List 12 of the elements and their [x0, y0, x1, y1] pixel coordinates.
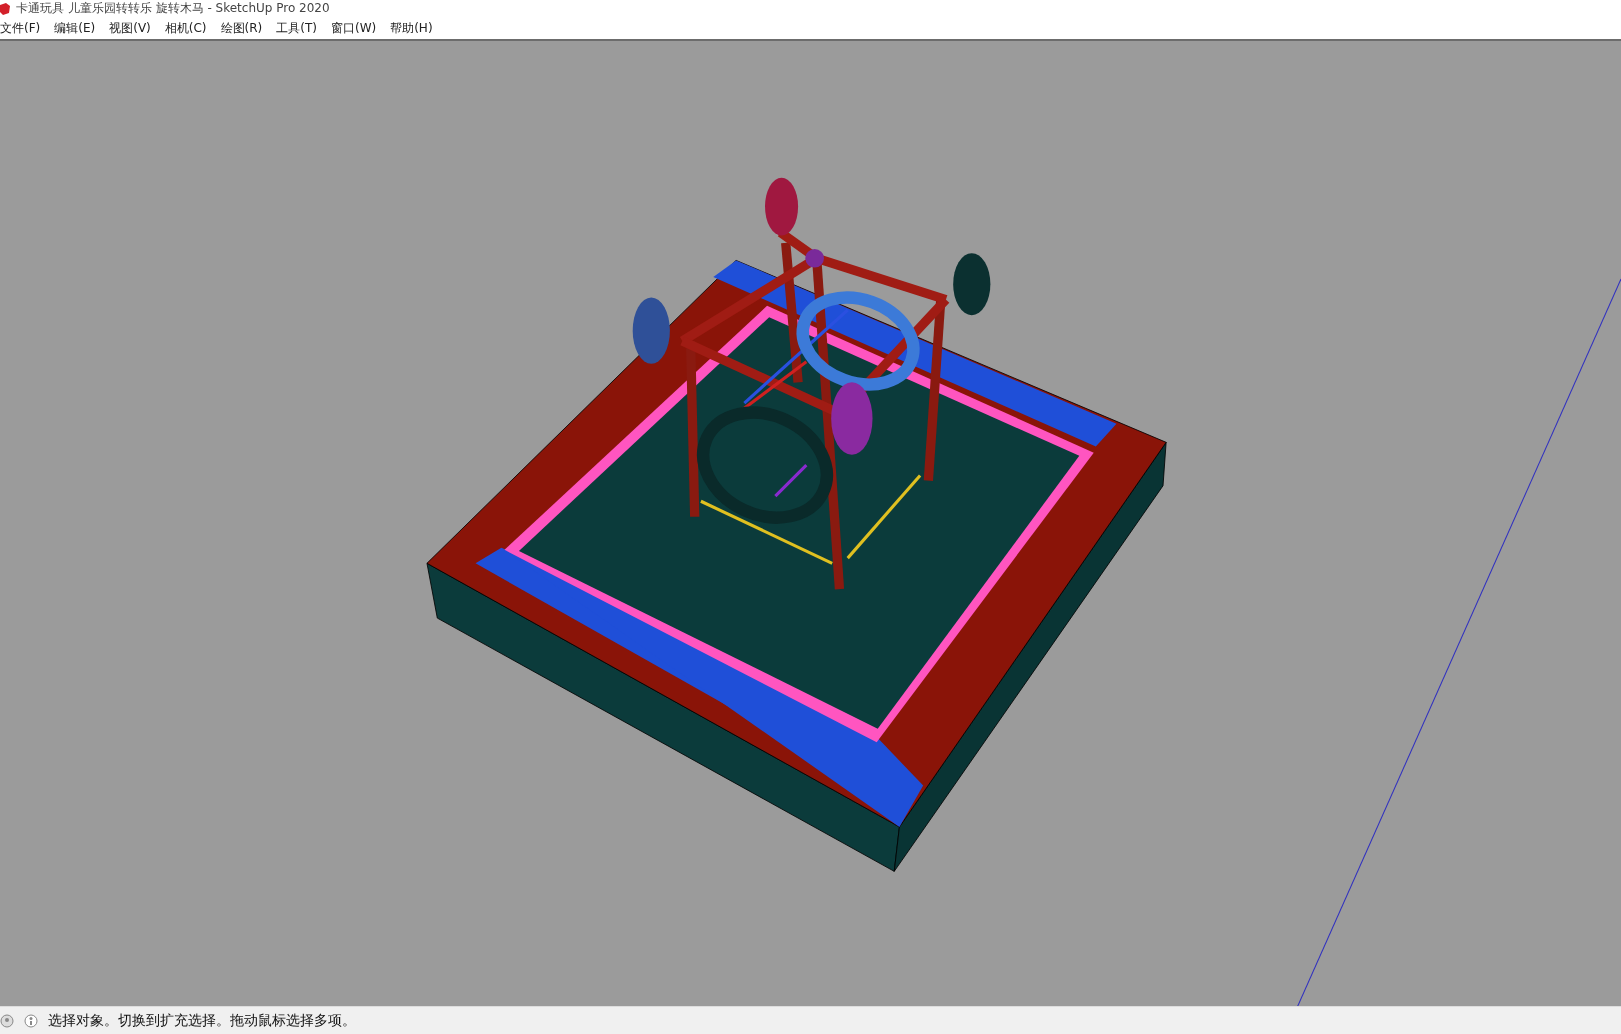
menu-item[interactable]: 绘图(R) — [220, 19, 263, 37]
menu-item[interactable]: 编辑(E) — [54, 19, 96, 37]
window-title: 卡通玩具 儿童乐园转转乐 旋转木马 - SketchUp Pro 2020 — [16, 0, 330, 17]
menu-item[interactable]: 窗口(W) — [330, 19, 377, 37]
status-message: 选择对象。切换到扩充选择。拖动鼠标选择多项。 — [48, 1011, 356, 1030]
menu-item[interactable]: 工具(T) — [276, 19, 317, 37]
user-icon[interactable] — [24, 1013, 38, 1028]
menu-item[interactable]: 文件(F) — [0, 19, 41, 37]
menu-item[interactable]: 视图(V) — [109, 19, 151, 37]
menu-item[interactable]: 相机(C) — [164, 19, 207, 37]
app-logo-icon — [0, 2, 10, 15]
menu-item[interactable]: 帮助(H) — [390, 19, 433, 37]
